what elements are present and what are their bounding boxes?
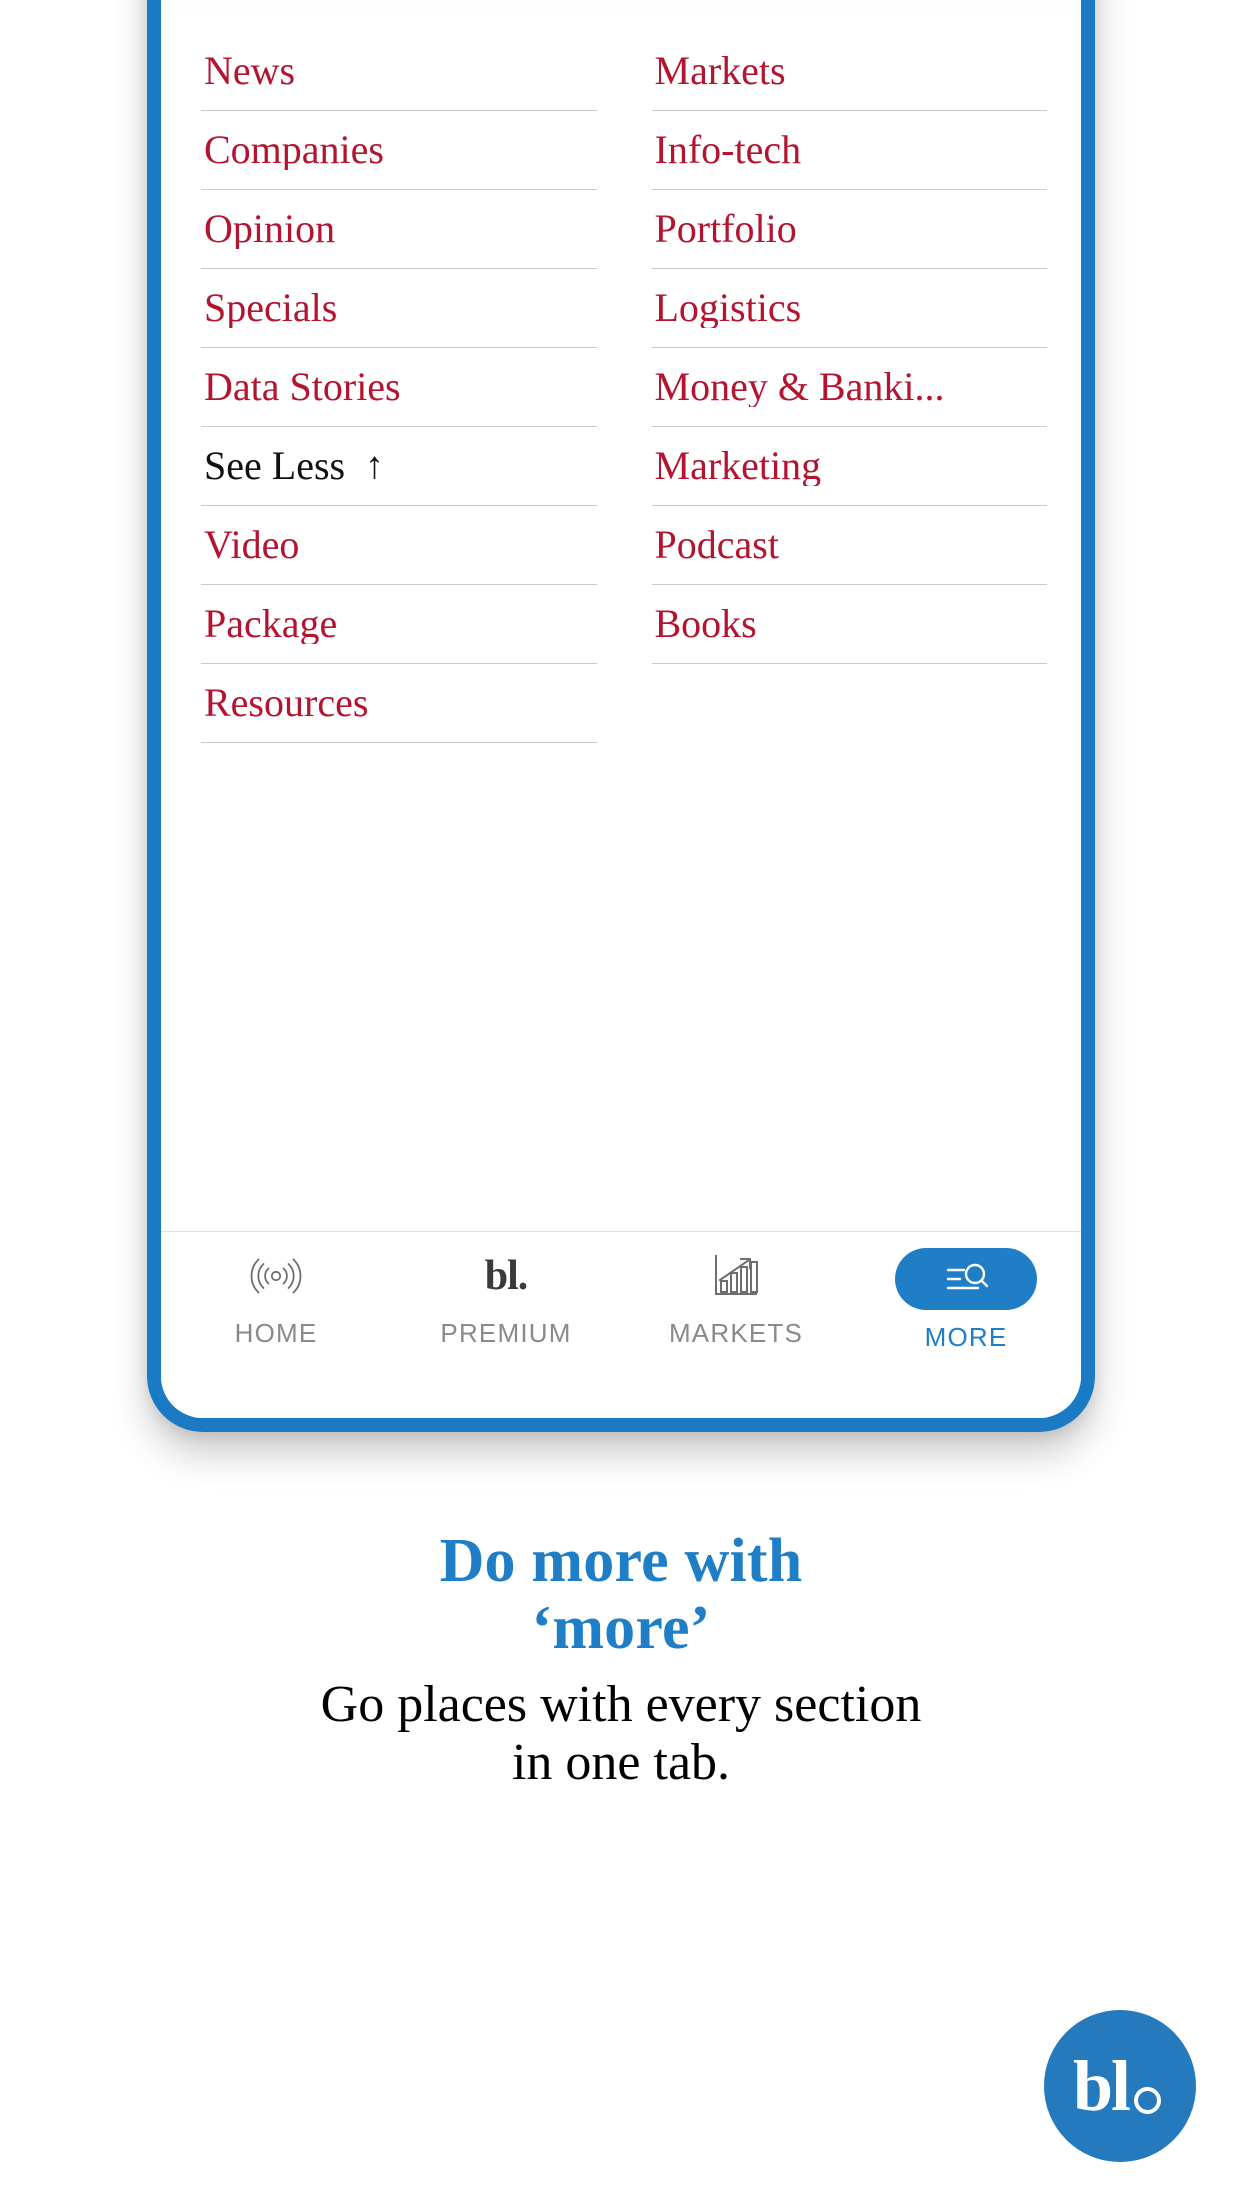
- phone-screen: News Companies Opinion Specials Data Sto…: [161, 0, 1081, 1418]
- phone-device-frame: News Companies Opinion Specials Data Sto…: [147, 0, 1095, 1432]
- tab-label: PREMIUM: [440, 1318, 572, 1348]
- menu-item-opinion[interactable]: Opinion: [201, 190, 597, 269]
- menu-item-see-less[interactable]: See Less ↑: [201, 427, 597, 506]
- promo-copy-block: Do more with ‘more’ Go places with every…: [0, 1528, 1242, 1792]
- promo-subtitle-line1: Go places with every section: [320, 1675, 922, 1733]
- menu-item-label: Money & Banki...: [654, 367, 945, 407]
- menu-item-specials[interactable]: Specials: [201, 269, 597, 348]
- menu-item-markets[interactable]: Markets: [651, 32, 1047, 111]
- more-pill-background[interactable]: [895, 1248, 1037, 1310]
- menu-item-books[interactable]: Books: [651, 585, 1047, 664]
- tab-label: MORE: [924, 1322, 1008, 1352]
- menu-item-package[interactable]: Package: [201, 585, 597, 664]
- menu-column-left: News Companies Opinion Specials Data Sto…: [201, 32, 597, 743]
- menu-item-label: Logistics: [654, 288, 802, 328]
- menu-item-label: Markets: [654, 51, 786, 91]
- bottom-tab-bar: HOME bl. PREMIUM MARKETS MORE: [161, 1231, 1081, 1418]
- promo-heading-line1: Do more with: [439, 1527, 803, 1595]
- promo-heading: Do more with ‘more’: [150, 1528, 1092, 1662]
- menu-item-info-tech[interactable]: Info-tech: [651, 111, 1047, 190]
- menu-item-label: Package: [204, 604, 338, 644]
- menu-item-news[interactable]: News: [201, 32, 597, 111]
- bl-logo-badge: bl: [1044, 2010, 1196, 2162]
- tab-markets[interactable]: MARKETS: [621, 1248, 851, 1349]
- promo-subtitle: Go places with every section in one tab.: [150, 1676, 1092, 1792]
- bl-logo-text: bl: [1072, 2046, 1131, 2126]
- menu-item-label: Video: [204, 525, 300, 565]
- menu-item-money-and-banking[interactable]: Money & Banki...: [651, 348, 1047, 427]
- broadcast-icon: [249, 1248, 303, 1304]
- menu-item-label: Podcast: [654, 525, 779, 565]
- menu-item-label: Resources: [204, 683, 369, 723]
- arrow-up-icon: ↑: [365, 445, 385, 487]
- tab-premium[interactable]: bl. PREMIUM: [391, 1248, 621, 1349]
- menu-item-podcast[interactable]: Podcast: [651, 506, 1047, 585]
- menu-item-label: Info-tech: [654, 130, 802, 170]
- menu-grid: News Companies Opinion Specials Data Sto…: [201, 32, 1047, 743]
- tab-label: HOME: [234, 1318, 318, 1348]
- tab-label: MARKETS: [668, 1318, 804, 1348]
- bl-logo-ring-icon: [1134, 2086, 1162, 2114]
- more-menu-panel: News Companies Opinion Specials Data Sto…: [161, 16, 1081, 1231]
- menu-item-label: Portfolio: [654, 209, 797, 249]
- menu-item-logistics[interactable]: Logistics: [651, 269, 1047, 348]
- bl-wordmark-text: bl.: [484, 1253, 529, 1299]
- menu-item-label: Data Stories: [204, 367, 401, 407]
- menu-column-right: Markets Info-tech Portfolio Logistics Mo…: [651, 32, 1048, 743]
- menu-item-marketing[interactable]: Marketing: [651, 427, 1047, 506]
- menu-item-resources[interactable]: Resources: [201, 664, 597, 743]
- promo-subtitle-line2: in one tab.: [511, 1734, 731, 1792]
- menu-item-label: Companies: [204, 130, 384, 170]
- promo-heading-line2: ‘more’: [531, 1593, 711, 1662]
- bl-wordmark-icon: bl.: [484, 1248, 529, 1304]
- menu-item-label: News: [204, 51, 296, 91]
- menu-item-label: Marketing: [654, 446, 822, 486]
- screen-top-panel: [161, 0, 1081, 16]
- menu-item-video[interactable]: Video: [201, 506, 597, 585]
- see-less-label: See Less: [204, 446, 346, 486]
- bar-chart-arrow-icon: [711, 1248, 761, 1304]
- menu-item-empty-slot: [652, 664, 1048, 743]
- tab-home[interactable]: HOME: [161, 1248, 391, 1349]
- menu-item-portfolio[interactable]: Portfolio: [651, 190, 1047, 269]
- menu-item-label: Opinion: [204, 209, 336, 249]
- menu-item-data-stories[interactable]: Data Stories: [201, 348, 597, 427]
- tab-more[interactable]: MORE: [851, 1248, 1081, 1353]
- menu-item-label: Books: [654, 604, 757, 644]
- menu-item-label: Specials: [204, 288, 338, 328]
- menu-search-icon: [938, 1251, 994, 1307]
- menu-item-companies[interactable]: Companies: [201, 111, 597, 190]
